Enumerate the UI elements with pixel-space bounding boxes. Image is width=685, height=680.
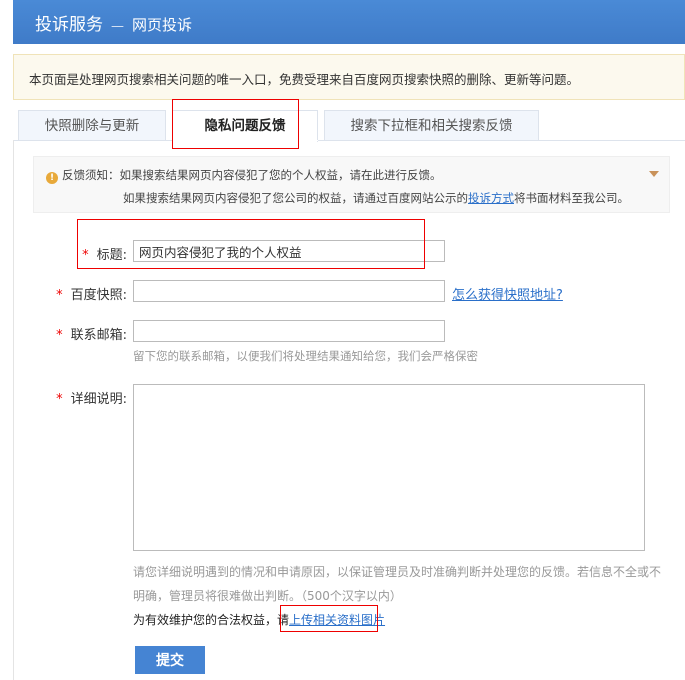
submit-button[interactable]: 提交 bbox=[135, 646, 205, 674]
email-hint: 留下您的联系邮箱，以便我们将处理结果通知给您，我们会严格保密 bbox=[133, 349, 478, 363]
notice-banner: 本页面是处理网页搜索相关问题的唯一入口，免费受理来自百度网页搜索快照的删除、更新… bbox=[13, 54, 685, 100]
tab-privacy[interactable]: 隐私问题反馈 bbox=[172, 110, 318, 142]
page-header: 投诉服务 — 网页投诉 bbox=[13, 0, 685, 44]
tip-line2: 如果搜索结果网页内容侵犯了您公司的权益，请通过百度网站公示的 bbox=[123, 191, 468, 205]
email-label: * 联系邮箱: bbox=[56, 328, 127, 343]
detail-hint-2: 明确，管理员将很难做出判断。（500个汉字以内） bbox=[133, 589, 402, 603]
title: 投诉服务 bbox=[35, 15, 103, 35]
tip-title: 反馈须知： bbox=[62, 168, 120, 182]
upload-images-link[interactable]: 上传相关资料图片 bbox=[289, 613, 385, 627]
detail-hint-1: 请您详细说明遇到的情况和申请原因，以保证管理员及时准确判断并处理您的反馈。若信息… bbox=[133, 565, 662, 579]
detail-textarea[interactable] bbox=[133, 384, 645, 551]
header-title: 投诉服务 — 网页投诉 bbox=[35, 10, 192, 35]
email-input[interactable] bbox=[133, 320, 445, 342]
upload-line: 为有效维护您的合法权益，请上传相关资料图片 bbox=[133, 613, 386, 627]
warning-icon: ! bbox=[46, 172, 58, 184]
tip-line1: 如果搜索结果网页内容侵犯了您的个人权益，请在此进行反馈。 bbox=[119, 168, 442, 182]
title-label: * 标题: bbox=[82, 248, 127, 263]
tab-snapshot[interactable]: 快照删除与更新 bbox=[18, 110, 166, 141]
separator: — bbox=[111, 19, 124, 34]
subtitle: 网页投诉 bbox=[132, 16, 193, 34]
tab-search-suggest[interactable]: 搜索下拉框和相关搜索反馈 bbox=[324, 110, 539, 141]
tab-divider bbox=[13, 140, 685, 141]
content-border bbox=[13, 140, 14, 680]
snapshot-input[interactable] bbox=[133, 280, 445, 302]
snapshot-label: * 百度快照: bbox=[56, 288, 127, 303]
detail-label: * 详细说明: bbox=[56, 392, 127, 407]
collapse-arrow-icon[interactable] bbox=[649, 171, 659, 177]
snapshot-help-link[interactable]: 怎么获得快照地址? bbox=[452, 284, 563, 303]
title-input[interactable] bbox=[133, 240, 445, 262]
tip-line2-end: 将书面材料至我公司。 bbox=[514, 191, 629, 205]
complaint-method-link[interactable]: 投诉方式 bbox=[468, 191, 514, 205]
feedback-tip: ! 反馈须知：如果搜索结果网页内容侵犯了您的个人权益，请在此进行反馈。 如果搜索结… bbox=[33, 156, 670, 213]
